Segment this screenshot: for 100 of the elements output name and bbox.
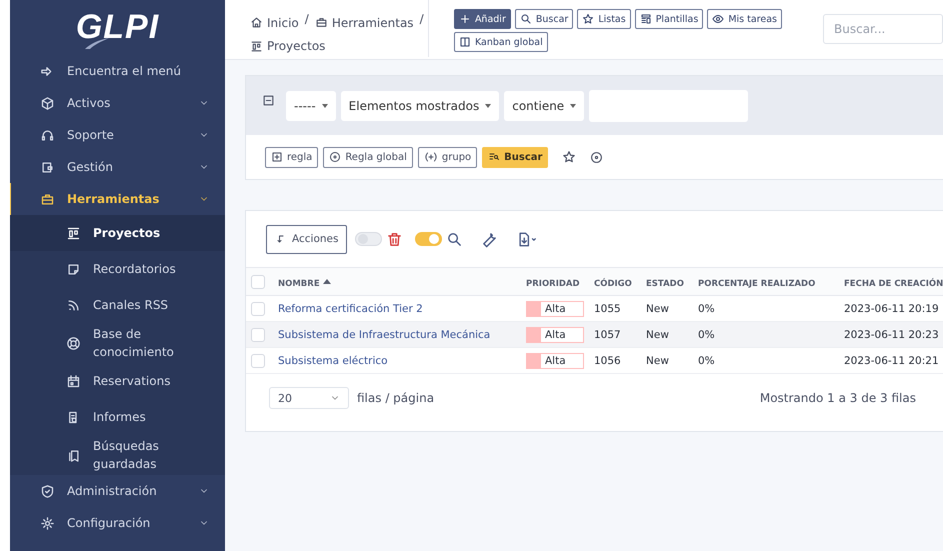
table-cell-text: New: [646, 302, 670, 314]
toolbar-button[interactable]: Mis tareas: [707, 9, 782, 29]
project-link[interactable]: Subsistema de Infraestructura Mecánica: [278, 328, 526, 340]
toolbar-button[interactable]: Buscar: [514, 9, 574, 29]
search-icon[interactable]: [446, 230, 464, 248]
column-header[interactable]: ESTADO: [646, 274, 698, 288]
criteria-button[interactable]: regla: [265, 146, 318, 168]
submenu-item[interactable]: Canales RSS: [10, 287, 225, 323]
priority-badge: Alta: [526, 352, 584, 368]
column-header[interactable]: CÓDIGO: [594, 274, 646, 288]
table-cell-text: 2023-06-11 20:19: [844, 302, 940, 314]
submenu-item[interactable]: Reservations: [10, 363, 225, 399]
column-header[interactable]: PRIORIDAD: [526, 274, 594, 288]
toolbar-button[interactable]: Añadir: [454, 9, 511, 29]
sort-icon: [322, 278, 331, 284]
kanban-icon: [250, 40, 263, 53]
note-icon: [66, 262, 81, 276]
table-cell-text: 1056: [594, 354, 622, 366]
pagination-summary: Mostrando 1 a 3 de 3 filas: [760, 391, 917, 405]
submenu-item[interactable]: Recordatorios: [10, 251, 225, 287]
lifebuoy-icon: [66, 336, 81, 350]
toggle-switch[interactable]: [415, 232, 442, 246]
project-link[interactable]: Subsistema eléctrico: [278, 354, 526, 366]
gear-icon: [40, 516, 55, 530]
breadcrumb-link[interactable]: Inicio: [250, 12, 299, 34]
caret-icon: [322, 104, 328, 108]
criteria-button[interactable]: Buscar: [482, 146, 548, 168]
checkbox[interactable]: [251, 328, 265, 342]
home-icon: [250, 16, 263, 30]
briefcase-icon: [314, 16, 328, 30]
table-cell-text: 0%: [698, 302, 716, 314]
parentheses-icon: [424, 151, 438, 163]
menu-item[interactable]: Encuentra el menú: [10, 55, 225, 87]
toolbar-button[interactable]: Listas: [577, 9, 631, 29]
target-icon: [329, 151, 342, 163]
column-header[interactable]: PORCENTAJE REALIZADO: [698, 274, 844, 288]
table-cell-text: New: [646, 354, 670, 366]
menu-item[interactable]: Configuración: [10, 507, 225, 539]
menu-item[interactable]: Soporte: [10, 119, 225, 151]
table-cell-text: 0%: [698, 328, 716, 340]
eye-icon: [712, 13, 724, 25]
menu-item[interactable]: Administración: [10, 475, 225, 507]
plus-icon: [271, 151, 283, 163]
checkbox[interactable]: [251, 302, 265, 316]
calendar-icon: [66, 374, 81, 388]
briefcase-icon: [40, 192, 55, 206]
star-icon[interactable]: [562, 150, 576, 164]
actions-button[interactable]: Acciones: [266, 224, 348, 254]
shield-icon: [40, 484, 55, 498]
column-header[interactable]: NOMBRE: [278, 274, 526, 288]
menu-item[interactable]: Activos: [10, 87, 225, 119]
breadcrumb-link[interactable]: Proyectos: [250, 36, 326, 57]
filter-icon: [488, 151, 500, 163]
field-dropdown[interactable]: Elementos mostrados: [340, 90, 500, 120]
rss-icon: [66, 298, 81, 312]
table-cell-text: 2023-06-11 20:21: [844, 354, 940, 366]
search-field[interactable]: Buscar...: [823, 14, 943, 44]
table-cell-text: New: [646, 328, 670, 340]
submenu-item[interactable]: Informes: [10, 399, 225, 435]
caret-icon: [570, 104, 576, 108]
star-icon: [582, 13, 594, 25]
columns-icon: [458, 36, 471, 48]
target-icon[interactable]: [590, 150, 604, 164]
checkbox[interactable]: [251, 274, 265, 288]
operator-dropdown[interactable]: contiene: [504, 90, 584, 120]
breadcrumb-separator: /: [420, 12, 424, 28]
menu-item[interactable]: Gestión: [10, 151, 225, 183]
priority-badge: Alta: [526, 300, 584, 316]
column-header[interactable]: FECHA DE CREACIÓN: [844, 274, 943, 288]
field-dropdown[interactable]: -----: [286, 90, 336, 120]
headset-icon: [40, 128, 55, 142]
wallet-icon: [40, 160, 55, 174]
bookmarks-icon: [66, 448, 81, 462]
project-link[interactable]: Reforma certificación Tier 2: [278, 302, 526, 314]
plus-icon: [458, 13, 471, 25]
submenu-item[interactable]: Proyectos: [10, 215, 225, 251]
submenu-item[interactable]: Base de conocimiento: [10, 323, 225, 363]
kanban-icon: [66, 226, 81, 240]
search-icon: [520, 13, 532, 25]
criteria-button[interactable]: Regla global: [323, 146, 413, 168]
page-size-dropdown[interactable]: 20: [269, 387, 349, 409]
table-cell-text: 2023-06-11 20:23: [844, 328, 940, 340]
collapse-icon[interactable]: [262, 94, 275, 107]
table-cell-text: 1057: [594, 328, 622, 340]
criteria-button[interactable]: grupo: [418, 146, 478, 168]
table-cell-text: 1055: [594, 302, 622, 314]
list-icon: [640, 13, 652, 25]
toolbar-button[interactable]: Kanban global: [454, 32, 548, 52]
breadcrumb-link[interactable]: Herramientas: [314, 12, 414, 34]
caret-icon: [485, 104, 492, 108]
trash-icon[interactable]: [386, 230, 404, 248]
submenu-item[interactable]: Búsquedas guardadas: [10, 435, 225, 475]
logo[interactable]: GLPI: [10, 0, 225, 55]
page-size-label: filas / página: [357, 391, 434, 405]
table-cell-text: 0%: [698, 354, 716, 366]
cube-icon: [40, 96, 55, 110]
toolbar-button[interactable]: Plantillas: [634, 9, 704, 29]
checkbox[interactable]: [251, 354, 265, 368]
toggle-switch[interactable]: [355, 232, 382, 246]
breadcrumb-separator: /: [304, 12, 309, 28]
